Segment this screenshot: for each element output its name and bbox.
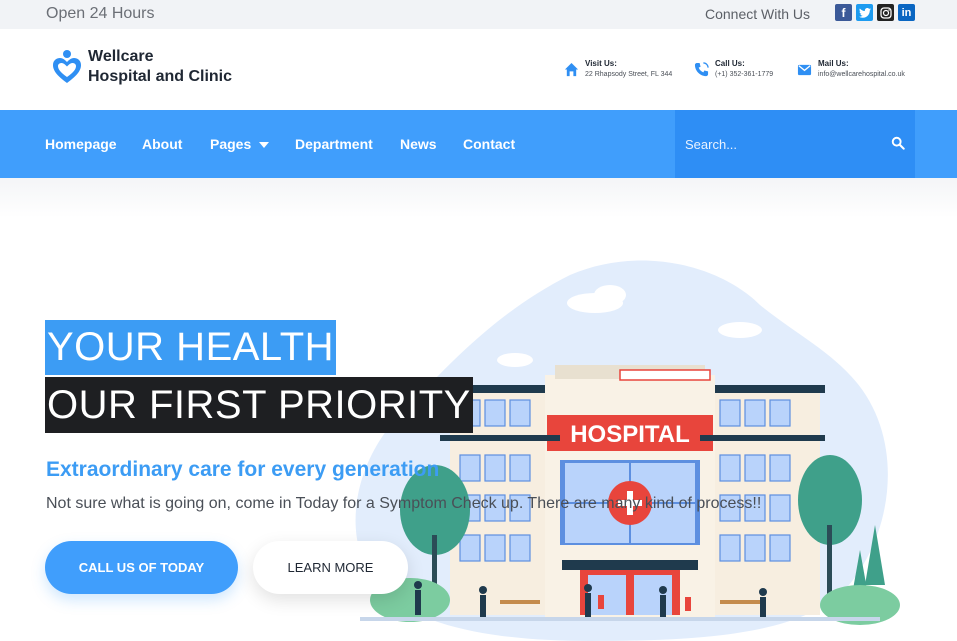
facebook-icon[interactable]: f <box>835 4 852 21</box>
contact-value: 22 Rhapsody Street, FL 344 <box>585 71 673 78</box>
logo-icon[interactable] <box>52 49 82 85</box>
search-icon[interactable] <box>891 136 905 150</box>
nav-homepage[interactable]: Homepage <box>45 136 117 152</box>
caret-down-icon <box>259 142 270 149</box>
opening-hours: Open 24 Hours <box>46 5 155 22</box>
top-bar: Open 24 Hours Connect With Us f in <box>0 0 957 29</box>
brand-line-1: Wellcare <box>88 48 154 65</box>
nav-pages-label: Pages <box>210 136 252 152</box>
contact-title: Visit Us: <box>585 59 617 68</box>
site-header: Wellcare Hospital and Clinic Visit Us: 2… <box>0 29 957 110</box>
twitter-icon[interactable] <box>856 4 873 21</box>
mail-icon <box>797 64 812 76</box>
contact-visit: Visit Us: 22 Rhapsody Street, FL 344 <box>564 59 689 83</box>
learn-more-button[interactable]: LEARN MORE <box>253 541 408 594</box>
hospital-illustration: HOSPITAL <box>355 260 900 641</box>
nav-contact[interactable]: Contact <box>463 136 515 152</box>
contact-value[interactable]: info@wellcarehospital.co.uk <box>818 71 905 78</box>
hospital-sign: HOSPITAL <box>570 421 690 448</box>
hero-title-line-1: YOUR HEALTH <box>45 320 337 375</box>
home-icon <box>564 62 579 77</box>
nav-department[interactable]: Department <box>295 136 373 152</box>
hero-description: Not sure what is going on, come in Today… <box>46 495 762 512</box>
contact-value: (+1) 352-361-1779 <box>715 71 774 78</box>
contact-title: Mail Us: <box>818 59 849 68</box>
search-box <box>675 110 915 178</box>
connect-label: Connect With Us <box>705 6 811 22</box>
contact-title: Call Us: <box>715 59 745 68</box>
contact-mail: Mail Us: info@wellcarehospital.co.uk <box>797 59 922 83</box>
instagram-icon[interactable] <box>877 4 894 21</box>
nav-pages[interactable]: Pages <box>210 136 270 152</box>
nav-about[interactable]: About <box>142 136 182 152</box>
brand-line-2: Hospital and Clinic <box>88 68 233 85</box>
hero-subtitle: Extraordinary care for every generation <box>46 458 440 481</box>
search-input[interactable] <box>675 110 875 178</box>
brand-name[interactable]: Wellcare Hospital and Clinic <box>88 47 232 87</box>
contact-call: Call Us: (+1) 352-361-1779 <box>694 59 794 83</box>
hero-title-line-2: OUR FIRST PRIORITY <box>45 377 473 433</box>
phone-icon <box>694 62 709 77</box>
linkedin-icon[interactable]: in <box>898 4 915 21</box>
nav-news[interactable]: News <box>400 136 437 152</box>
call-us-button[interactable]: CALL US OF TODAY <box>45 541 238 594</box>
